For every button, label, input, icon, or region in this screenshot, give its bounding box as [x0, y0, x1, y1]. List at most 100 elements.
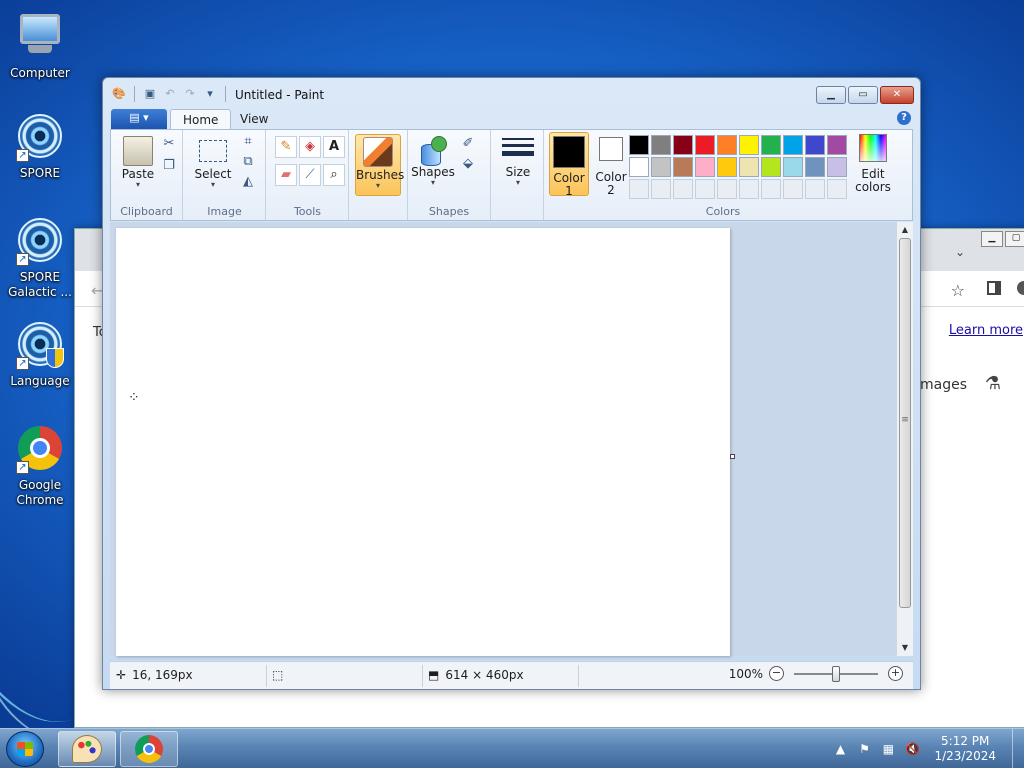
outline-icon[interactable]: ✐ — [458, 134, 478, 154]
action-center-flag-icon[interactable]: ⚑ — [856, 741, 872, 757]
paint-window[interactable]: 🎨 ▣ ↶ ↷ ▾ Untitled - Paint ▁ ▭ ✕ ▤ ▾ Hom… — [102, 77, 921, 690]
eraser-icon[interactable]: ▰ — [275, 164, 297, 186]
custom-color-slot[interactable] — [673, 179, 693, 199]
desktop-icon-google-chrome[interactable]: ↗ Google Chrome — [2, 424, 78, 508]
title-bar[interactable]: 🎨 ▣ ↶ ↷ ▾ Untitled - Paint ▁ ▭ ✕ — [103, 78, 920, 108]
fill-icon[interactable]: ⬙ — [458, 154, 478, 174]
palette-swatch[interactable] — [783, 135, 803, 155]
copy-icon[interactable]: ❐ — [159, 156, 179, 176]
select-button[interactable]: Select ▾ — [190, 134, 236, 189]
show-desktop-button[interactable] — [1012, 729, 1024, 768]
color-picker-icon[interactable]: ⟋ — [299, 164, 321, 186]
custom-color-slot[interactable] — [783, 179, 803, 199]
palette-swatch[interactable] — [695, 135, 715, 155]
clock[interactable]: 5:12 PM 1/23/2024 — [934, 734, 996, 764]
zoom-slider-knob[interactable] — [832, 665, 840, 682]
cut-icon[interactable]: ✂ — [159, 134, 179, 154]
images-link[interactable]: Images — [916, 377, 967, 393]
custom-color-slot[interactable] — [695, 179, 715, 199]
desktop-icon-language[interactable]: ↗ Language — [2, 320, 78, 389]
palette-swatch[interactable] — [805, 135, 825, 155]
palette-swatch[interactable] — [717, 157, 737, 177]
fill-bucket-icon[interactable]: ◈ — [299, 136, 321, 158]
palette-swatch[interactable] — [761, 157, 781, 177]
custom-color-slot[interactable] — [739, 179, 759, 199]
tab-home[interactable]: Home — [170, 109, 232, 130]
brushes-button[interactable]: Brushes ▾ — [355, 134, 404, 196]
taskbar-paint[interactable] — [58, 731, 116, 767]
custom-color-slot[interactable] — [761, 179, 781, 199]
help-icon[interactable]: ? — [897, 111, 911, 125]
color-spectrum-icon — [859, 134, 887, 162]
rotate-icon[interactable]: ◭ — [238, 172, 258, 192]
zoom-out-button[interactable]: − — [769, 666, 784, 681]
palette-swatch[interactable] — [629, 157, 649, 177]
start-button[interactable] — [6, 731, 44, 767]
palette-swatch[interactable] — [695, 157, 715, 177]
palette-swatch[interactable] — [761, 135, 781, 155]
color1-button[interactable]: Color 1 — [549, 132, 589, 198]
palette-swatch[interactable] — [739, 135, 759, 155]
close-button[interactable]: ✕ — [880, 86, 914, 104]
scroll-down-icon[interactable]: ▼ — [897, 640, 913, 656]
palette-swatch[interactable] — [673, 135, 693, 155]
palette-swatch[interactable] — [673, 157, 693, 177]
maximize-button[interactable]: ▢ — [1005, 231, 1024, 247]
maximize-button[interactable]: ▭ — [848, 86, 878, 104]
custom-color-slot[interactable] — [805, 179, 825, 199]
paint-app-icon[interactable]: 🎨 — [111, 86, 127, 102]
color2-button[interactable]: Color 2 — [591, 132, 631, 197]
custom-color-slot[interactable] — [717, 179, 737, 199]
text-icon[interactable]: A — [323, 136, 345, 158]
palette-swatch[interactable] — [783, 157, 803, 177]
save-icon[interactable]: ▣ — [142, 86, 158, 102]
scroll-up-icon[interactable]: ▲ — [897, 222, 913, 238]
star-icon[interactable]: ☆ — [951, 281, 965, 300]
ribbon-tabs: ▤ ▾ Home View ? — [110, 108, 913, 130]
crop-icon[interactable]: ⌗ — [238, 132, 258, 152]
palette-swatch[interactable] — [827, 135, 847, 155]
tab-view[interactable]: View — [228, 109, 280, 130]
resize-icon[interactable]: ⧉ — [238, 152, 258, 172]
custom-color-slot[interactable] — [651, 179, 671, 199]
palette-swatch[interactable] — [651, 135, 671, 155]
desktop-icon-computer[interactable]: Computer — [2, 10, 78, 81]
zoom-slider[interactable] — [794, 665, 878, 682]
taskbar-chrome[interactable] — [120, 731, 178, 767]
custom-color-slot[interactable] — [827, 179, 847, 199]
volume-muted-icon[interactable]: 🔇 — [904, 741, 920, 757]
palette-swatch[interactable] — [717, 135, 737, 155]
palette-swatch[interactable] — [651, 157, 671, 177]
size-button[interactable]: Size ▾ — [495, 134, 541, 187]
learn-more-link[interactable]: Learn more — [949, 323, 1023, 338]
chevron-down-icon[interactable]: ⌄ — [955, 245, 965, 259]
customize-qat-icon[interactable]: ▾ — [202, 86, 218, 102]
profile-icon[interactable] — [1017, 281, 1024, 295]
minimize-button[interactable]: ▁ — [816, 86, 846, 104]
magnifier-icon[interactable]: ⌕ — [323, 164, 345, 186]
scroll-thumb[interactable]: ≡ — [899, 238, 911, 608]
zoom-in-button[interactable]: + — [888, 666, 903, 681]
palette-swatch[interactable] — [827, 157, 847, 177]
labs-flask-icon[interactable]: ⚗ — [985, 373, 1001, 394]
edit-colors-button[interactable]: Edit colors — [851, 134, 895, 194]
palette-swatch[interactable] — [805, 157, 825, 177]
desktop-icon-spore[interactable]: ↗ SPORE — [2, 112, 78, 181]
palette-swatch[interactable] — [739, 157, 759, 177]
undo-icon[interactable]: ↶ — [162, 86, 178, 102]
paste-button[interactable]: Paste ▾ — [115, 134, 161, 189]
shapes-button[interactable]: Shapes ▾ — [410, 134, 456, 187]
side-panel-icon[interactable] — [987, 281, 1001, 295]
pencil-icon[interactable]: ✎ — [275, 136, 297, 158]
desktop-icon-spore-galactic[interactable]: ↗ SPORE Galactic ... — [2, 216, 78, 300]
redo-icon[interactable]: ↷ — [182, 86, 198, 102]
minimize-button[interactable]: ▁ — [981, 231, 1003, 247]
custom-color-slot[interactable] — [629, 179, 649, 199]
file-menu-button[interactable]: ▤ ▾ — [111, 109, 167, 129]
show-hidden-icons-icon[interactable]: ▲ — [832, 741, 848, 757]
network-icon[interactable]: ▦ — [880, 741, 896, 757]
palette-swatch[interactable] — [629, 135, 649, 155]
drawing-canvas[interactable]: ⁘ — [116, 228, 730, 656]
vertical-scrollbar[interactable]: ▲ ≡ ▼ — [896, 222, 913, 656]
canvas-resize-handle[interactable] — [730, 454, 735, 459]
